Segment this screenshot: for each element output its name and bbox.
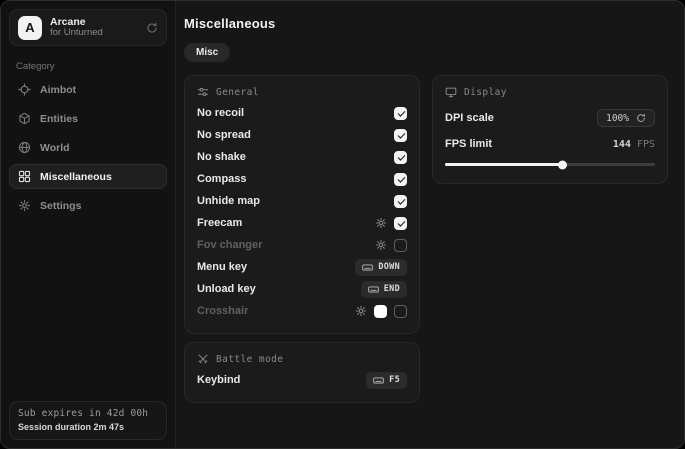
sidebar-item-label: Settings bbox=[40, 200, 81, 212]
grid-icon bbox=[18, 170, 31, 183]
card-title: Battle mode bbox=[216, 354, 283, 365]
gear-icon bbox=[18, 199, 31, 212]
setting-label: Menu key bbox=[197, 261, 247, 273]
menu-key-button[interactable]: DOWN bbox=[355, 259, 407, 276]
dpi-scale-label: DPI scale bbox=[445, 112, 494, 124]
display-card: Display DPI scale 100% FPS limit 144 bbox=[432, 75, 668, 184]
freecam-gear-icon[interactable] bbox=[375, 217, 387, 229]
setting-label: No spread bbox=[197, 129, 251, 141]
app-window: A Arcane for Unturned Category Aimbot En… bbox=[0, 0, 685, 449]
setting-row-no-spread: No spread bbox=[197, 124, 407, 146]
unload-key-button[interactable]: END bbox=[361, 281, 407, 298]
setting-label: Unhide map bbox=[197, 195, 260, 207]
category-label: Category bbox=[16, 61, 160, 72]
setting-label: No shake bbox=[197, 151, 246, 163]
page-title: Miscellaneous bbox=[184, 16, 668, 31]
keyboard-icon bbox=[368, 284, 379, 295]
sidebar-nav: Aimbot Entities World Miscellaneous Sett… bbox=[9, 77, 167, 218]
cube-icon bbox=[18, 112, 31, 125]
keyboard-icon bbox=[362, 262, 373, 273]
reset-icon bbox=[636, 113, 646, 123]
fps-limit-value: 144 bbox=[613, 139, 631, 150]
fps-limit-row: FPS limit 144 FPS bbox=[445, 138, 655, 150]
dpi-scale-button[interactable]: 100% bbox=[597, 109, 655, 127]
session-duration-text: Session duration 2m 47s bbox=[18, 422, 158, 432]
setting-row-fov-changer: Fov changer bbox=[197, 234, 407, 256]
sidebar-item-settings[interactable]: Settings bbox=[9, 193, 167, 218]
app-subtitle: for Unturned bbox=[50, 28, 138, 39]
setting-label: Compass bbox=[197, 173, 247, 185]
sidebar-item-label: Aimbot bbox=[40, 84, 76, 96]
sidebar-item-world[interactable]: World bbox=[9, 135, 167, 160]
brand-card: A Arcane for Unturned bbox=[9, 9, 167, 46]
sub-expiry-text: Sub expires in 42d 00h bbox=[18, 408, 158, 419]
battle-keybind-value: F5 bbox=[389, 375, 400, 385]
slider-thumb[interactable] bbox=[558, 160, 567, 169]
setting-label: Fov changer bbox=[197, 239, 262, 251]
setting-row-keybind: Keybind F5 bbox=[197, 369, 407, 391]
setting-row-unhide-map: Unhide map bbox=[197, 190, 407, 212]
sidebar-item-label: Miscellaneous bbox=[40, 171, 112, 183]
dpi-scale-value: 100% bbox=[606, 113, 629, 124]
sliders-icon bbox=[197, 86, 209, 98]
tab-bar: Misc bbox=[184, 42, 668, 62]
no-shake-checkbox[interactable] bbox=[394, 151, 407, 164]
swords-icon bbox=[197, 353, 209, 365]
setting-row-menu-key: Menu key DOWN bbox=[197, 256, 407, 278]
unhide-map-checkbox[interactable] bbox=[394, 195, 407, 208]
setting-label: Freecam bbox=[197, 217, 242, 229]
sidebar-item-entities[interactable]: Entities bbox=[9, 106, 167, 131]
setting-row-no-shake: No shake bbox=[197, 146, 407, 168]
monitor-icon bbox=[445, 86, 457, 98]
no-spread-checkbox[interactable] bbox=[394, 129, 407, 142]
crosshair-color-swatch[interactable] bbox=[374, 305, 387, 318]
fov-changer-gear-icon[interactable] bbox=[375, 239, 387, 251]
setting-row-compass: Compass bbox=[197, 168, 407, 190]
card-title: Display bbox=[464, 87, 507, 98]
setting-row-crosshair: Crosshair bbox=[197, 300, 407, 322]
battle-keybind-button[interactable]: F5 bbox=[366, 372, 407, 389]
compass-checkbox[interactable] bbox=[394, 173, 407, 186]
sync-icon[interactable] bbox=[146, 22, 158, 34]
setting-label: No recoil bbox=[197, 107, 244, 119]
fps-limit-label: FPS limit bbox=[445, 138, 492, 150]
card-title: General bbox=[216, 87, 259, 98]
globe-icon bbox=[18, 141, 31, 154]
dpi-scale-row: DPI scale 100% bbox=[445, 109, 655, 127]
crosshair-gear-icon[interactable] bbox=[355, 305, 367, 317]
fps-limit-unit: FPS bbox=[637, 139, 655, 150]
sidebar: A Arcane for Unturned Category Aimbot En… bbox=[1, 1, 176, 448]
app-logo: A bbox=[18, 16, 42, 40]
no-recoil-checkbox[interactable] bbox=[394, 107, 407, 120]
unload-key-value: END bbox=[384, 284, 400, 294]
setting-row-no-recoil: No recoil bbox=[197, 102, 407, 124]
battle-mode-card: Battle mode Keybind F5 bbox=[184, 342, 420, 403]
menu-key-value: DOWN bbox=[378, 262, 400, 272]
fov-changer-checkbox[interactable] bbox=[394, 239, 407, 252]
slider-fill bbox=[445, 163, 563, 166]
crosshair-checkbox[interactable] bbox=[394, 305, 407, 318]
sidebar-item-aimbot[interactable]: Aimbot bbox=[9, 77, 167, 102]
freecam-checkbox[interactable] bbox=[394, 217, 407, 230]
tab-misc[interactable]: Misc bbox=[184, 43, 230, 62]
fps-limit-slider[interactable] bbox=[445, 160, 655, 169]
setting-label: Keybind bbox=[197, 374, 240, 386]
sidebar-item-label: World bbox=[40, 142, 70, 154]
crosshair-icon bbox=[18, 83, 31, 96]
subscription-status-card: Sub expires in 42d 00h Session duration … bbox=[9, 401, 167, 440]
main-content: Miscellaneous Misc General No recoil bbox=[176, 1, 684, 448]
setting-row-freecam: Freecam bbox=[197, 212, 407, 234]
sidebar-item-label: Entities bbox=[40, 113, 78, 125]
setting-row-unload-key: Unload key END bbox=[197, 278, 407, 300]
setting-label: Crosshair bbox=[197, 305, 248, 317]
keyboard-icon bbox=[373, 375, 384, 386]
sidebar-item-miscellaneous[interactable]: Miscellaneous bbox=[9, 164, 167, 189]
setting-label: Unload key bbox=[197, 283, 256, 295]
general-card: General No recoil No spread No shake bbox=[184, 75, 420, 334]
